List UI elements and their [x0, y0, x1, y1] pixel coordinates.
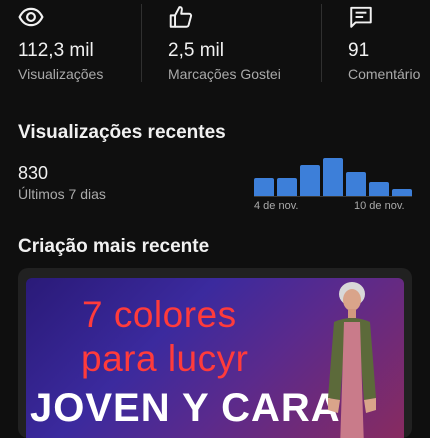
chart-bar [346, 172, 366, 196]
chart-bar [392, 189, 412, 196]
latest-creation-card[interactable]: 7 colores para lucyr JOVEN Y CARA [18, 268, 412, 438]
latest-creation-title: Criação mais recente [18, 236, 210, 257]
stat-views-label: Visualizações [18, 66, 104, 82]
chart-bar [369, 182, 389, 196]
stat-likes-label: Marcações Gostei [168, 66, 281, 82]
divider [321, 4, 322, 82]
eye-icon [18, 7, 44, 27]
chart-bar [254, 178, 274, 196]
thumbnail-text-line-1: 7 colores [82, 294, 237, 335]
recent-views-chart[interactable] [254, 150, 412, 196]
stat-comments-label: Comentário [348, 66, 421, 82]
chart-bar [323, 158, 343, 196]
thumbnail-person-image [328, 282, 376, 438]
thumbnail-text-line-2: para lucyr [81, 338, 249, 379]
chart-bar [277, 178, 297, 196]
stats-row: 112,3 mil Visualizações 2,5 mil Marcaçõe… [0, 0, 430, 88]
thumbnail-text-line-3: JOVEN Y CARA [30, 386, 341, 430]
stat-likes[interactable]: 2,5 mil Marcações Gostei [168, 0, 318, 88]
axis-label-start: 4 de nov. [254, 200, 299, 212]
stat-comments[interactable]: 91 Comentário [348, 0, 430, 88]
chart-baseline [254, 196, 412, 197]
recent-views-title: Visualizações recentes [18, 122, 226, 143]
divider [141, 4, 142, 82]
recent-views-count: 830 [18, 163, 49, 183]
recent-views-period: Últimos 7 dias [18, 186, 106, 202]
stat-likes-value: 2,5 mil [168, 40, 224, 61]
stat-views[interactable]: 112,3 mil Visualizações [18, 0, 138, 88]
video-thumbnail[interactable]: 7 colores para lucyr JOVEN Y CARA [26, 278, 404, 438]
stat-comments-value: 91 [348, 40, 370, 61]
comment-icon [350, 6, 372, 28]
stat-views-value: 112,3 mil [18, 40, 94, 61]
thumbs-up-icon [169, 6, 193, 28]
axis-label-end: 10 de nov. [354, 200, 405, 212]
chart-bar [300, 165, 320, 196]
